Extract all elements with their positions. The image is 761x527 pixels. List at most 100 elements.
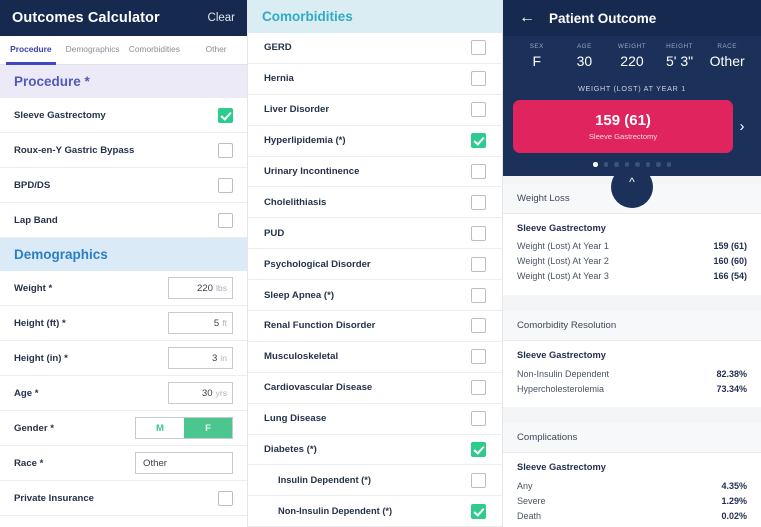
race-value: Other [143,457,167,469]
comorbidity-row[interactable]: Urinary Incontinence [248,157,502,188]
carousel-dot[interactable] [666,162,671,167]
comorbidity-row[interactable]: Hyperlipidemia (*) [248,126,502,157]
procedure-row[interactable]: BPD/DS [0,168,247,203]
tab-comorbidities[interactable]: Comorbidities [124,36,186,65]
field-height-ft[interactable]: Height (ft) * 5 ft [0,306,247,341]
comorbidity-row[interactable]: GERD [248,33,502,64]
comorbidity-row[interactable]: PUD [248,218,502,250]
tab-other[interactable]: Other [185,36,247,65]
field-age[interactable]: Age * 30 yrs [0,376,247,411]
carousel-dots [503,153,761,167]
clear-button[interactable]: Clear [208,12,235,24]
comorbidity-row[interactable]: Lung Disease [248,404,502,435]
outcome-card-value: 159 (61) [595,112,651,129]
comorbidity-row[interactable]: Liver Disorder [248,95,502,126]
procedure-label: Roux-en-Y Gastric Bypass [14,144,135,156]
procedure-checkbox[interactable] [218,177,233,193]
carousel-dot[interactable] [603,162,608,167]
outcome-card[interactable]: 159 (61) Sleeve Gastrectomy [513,100,733,153]
outcome-title: Patient Outcome [549,10,657,26]
comorbidity-checkbox[interactable] [471,225,486,241]
procedure-checkbox[interactable] [218,142,233,158]
procedure-label: Lap Band [14,214,58,226]
field-race[interactable]: Race * Other [0,446,247,481]
field-gender[interactable]: Gender * M F [0,411,247,446]
comorbidity-checkbox[interactable] [471,318,486,334]
comorbidities-panel: Comorbidities GERD Hernia Liver Disorder Hy… [248,0,503,527]
result-key: Weight (Lost) At Year 2 [517,256,609,267]
chevron-right-icon[interactable]: › [733,118,751,135]
result-value: 82.38% [716,368,747,379]
comorbidity-row[interactable]: Renal Function Disorder [248,311,502,342]
result-value: 1.29% [721,496,747,507]
field-height-in[interactable]: Height (in) * 3 in [0,341,247,376]
comorbidity-checkbox[interactable] [471,102,486,118]
comorbidity-row[interactable]: Sleep Apnea (*) [248,280,502,312]
result-panel-body: Sleeve Gastrectomy Non-Insulin Dependent 8… [503,341,761,407]
comorbidity-row[interactable]: Insulin Dependent (*) [248,465,502,497]
age-input[interactable]: 30 yrs [168,382,233,404]
comorbidity-checkbox[interactable] [471,503,486,519]
result-row: Weight (Lost) At Year 1 159 (61) [517,239,747,254]
comorbidity-checkbox[interactable] [471,287,486,303]
comorbidity-checkbox[interactable] [471,256,486,272]
procedure-row[interactable]: Sleeve Gastrectomy [0,98,247,133]
comorbidity-row[interactable]: Psychological Disorder [248,249,502,281]
gender-option-male[interactable]: M [136,418,184,438]
result-panel: Complications Sleeve Gastrectomy Any 4.35% S… [503,423,761,527]
comorbidity-row[interactable]: Hernia [248,64,502,95]
comorbidity-row[interactable]: Cardiovascular Disease [248,373,502,404]
comorbidity-checkbox[interactable] [471,472,486,488]
stat-value: 220 [620,53,644,69]
carousel-dot[interactable] [614,162,619,167]
procedure-checkbox[interactable] [218,107,233,123]
comorbidity-row[interactable]: Musculoskeletal [248,342,502,373]
stat-key: HEIGHT [666,43,693,50]
tab-procedure[interactable]: Procedure [0,36,62,65]
carousel-dot[interactable] [656,162,661,167]
label-gender: Gender * [14,422,54,434]
procedure-row[interactable]: Roux-en-Y Gastric Bypass [0,133,247,168]
comorbidity-checkbox[interactable] [471,71,486,87]
private-insurance-checkbox[interactable] [218,490,233,506]
age-value: 30 [201,387,213,399]
tab-demographics[interactable]: Demographics [62,36,124,65]
patient-outcome-panel: ← Patient Outcome SEX F AGE 30 WEIGHT 220 HEIG… [503,0,761,527]
gender-toggle[interactable]: M F [135,417,233,439]
result-row: Weight (Lost) At Year 2 160 (60) [517,254,747,269]
carousel-dot[interactable] [593,162,598,167]
procedure-list: Sleeve Gastrectomy Roux-en-Y Gastric Bypa… [0,98,247,238]
stat-sex: SEX F [513,43,561,69]
height-ft-input[interactable]: 5 ft [168,312,233,334]
weight-input[interactable]: 220 lbs [168,277,233,299]
procedure-row[interactable]: Lap Band [0,203,247,238]
comorbidity-checkbox[interactable] [471,164,486,179]
comorbidity-row[interactable]: Cholelithiasis [248,187,502,219]
comorbidity-row[interactable]: Non-Insulin Dependent (*) [248,496,502,527]
comorbidity-checkbox[interactable] [471,411,486,427]
race-select[interactable]: Other [135,452,233,474]
comorbidity-checkbox[interactable] [471,349,486,365]
section-header-procedure: Procedure * [0,65,247,98]
calculator-panel: Outcomes Calculator Clear Procedure Demog… [0,0,248,527]
comorbidity-checkbox[interactable] [471,40,486,56]
comorbidity-label: Cardiovascular Disease [264,382,373,394]
result-key: Weight (Lost) At Year 3 [517,271,609,282]
procedure-checkbox[interactable] [218,212,233,228]
field-private-insurance[interactable]: Private Insurance [0,481,247,516]
comorbidity-checkbox[interactable] [471,442,486,458]
patient-stats: SEX F AGE 30 WEIGHT 220 HEIGHT 5' 3" RACE Other [503,36,761,78]
field-weight[interactable]: Weight * 220 lbs [0,271,247,306]
stat-race: RACE Other [703,43,751,69]
height-in-input[interactable]: 3 in [168,347,233,369]
comorbidity-checkbox[interactable] [471,380,486,396]
comorbidity-checkbox[interactable] [471,194,486,210]
result-key: Weight (Lost) At Year 1 [517,241,609,252]
carousel-dot[interactable] [645,162,650,167]
chevron-up-icon[interactable]: ^ [611,166,653,208]
comorbidity-checkbox[interactable] [471,133,486,149]
comorbidity-row[interactable]: Diabetes (*) [248,435,502,466]
arrow-left-icon[interactable]: ← [519,10,535,26]
gender-option-female[interactable]: F [184,418,232,438]
result-value: 4.35% [721,481,747,492]
